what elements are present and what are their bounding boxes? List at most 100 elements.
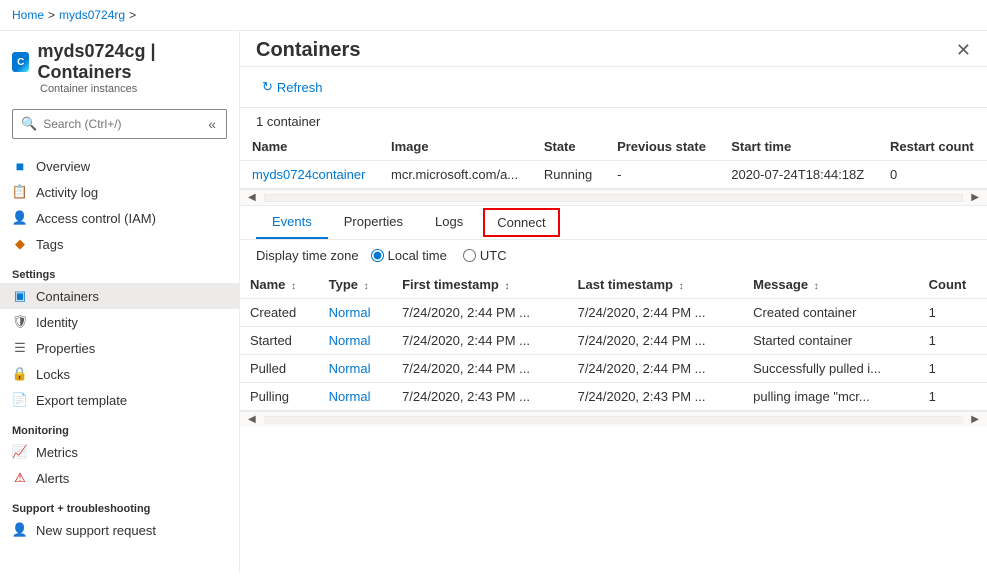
evt-col-first-ts: First timestamp ↕: [392, 271, 568, 299]
table-row: Created Normal 7/24/2020, 2:44 PM ... 7/…: [240, 299, 987, 327]
evt-cell-message: Started container: [743, 327, 919, 355]
local-time-radio[interactable]: Local time: [371, 248, 447, 263]
breadcrumb: Home > myds0724rg >: [0, 0, 987, 31]
evt-cell-last-ts: 7/24/2020, 2:43 PM ...: [568, 383, 744, 411]
evt-cell-name: Created: [240, 299, 319, 327]
tab-logs[interactable]: Logs: [419, 206, 479, 239]
col-start-time: Start time: [719, 133, 878, 161]
overview-icon: ■: [12, 158, 28, 174]
tab-connect[interactable]: Connect: [483, 208, 559, 237]
evt-cell-message: pulling image "mcr...: [743, 383, 919, 411]
sidebar-item-identity[interactable]: 🛡 Identity: [0, 309, 239, 335]
containers-icon: ▣: [12, 288, 28, 304]
col-image: Image: [379, 133, 532, 161]
local-time-label: Local time: [388, 248, 447, 263]
table-row: Pulled Normal 7/24/2020, 2:44 PM ... 7/2…: [240, 355, 987, 383]
breadcrumb-home[interactable]: Home: [12, 8, 44, 22]
activity-log-icon: 📋: [12, 184, 28, 200]
sidebar-subtitle: Container instances: [12, 83, 227, 95]
utc-label: UTC: [480, 248, 507, 263]
sidebar-item-access-control[interactable]: 👤 Access control (IAM): [0, 205, 239, 231]
sidebar-item-overview[interactable]: ■ Overview: [0, 153, 239, 179]
page-title: Containers: [256, 39, 360, 62]
col-name: Name: [240, 133, 379, 161]
cell-image: mcr.microsoft.com/a...: [379, 161, 532, 189]
sidebar-item-tags[interactable]: ◆ Tags: [0, 231, 239, 257]
close-button[interactable]: ✕: [956, 40, 971, 61]
evt-cell-count: 1: [919, 355, 987, 383]
events-table-wrapper: Name ↕ Type ↕ First timestamp ↕ Last tim…: [240, 271, 987, 573]
containers-table: Name Image State Previous state Start ti…: [240, 133, 987, 189]
cell-name: myds0724container: [240, 161, 379, 189]
evt-cell-first-ts: 7/24/2020, 2:44 PM ...: [392, 299, 568, 327]
scroll-right-icon2[interactable]: ▶: [963, 414, 987, 425]
evt-cell-type: Normal: [319, 327, 392, 355]
refresh-button[interactable]: ↻ Refresh: [256, 75, 328, 99]
collapse-button[interactable]: «: [204, 114, 220, 134]
events-horizontal-scrollbar[interactable]: [264, 416, 964, 424]
main-content: Containers ✕ ↻ Refresh 1 container Name …: [240, 31, 987, 573]
evt-cell-type: Normal: [319, 355, 392, 383]
tab-events[interactable]: Events: [256, 206, 328, 239]
sidebar-item-activity-log[interactable]: 📋 Activity log: [0, 179, 239, 205]
containers-table-wrapper: Name Image State Previous state Start ti…: [240, 133, 987, 206]
search-input[interactable]: [43, 117, 198, 131]
sidebar-item-properties[interactable]: ☰ Properties: [0, 335, 239, 361]
metrics-icon: 📈: [12, 444, 28, 460]
support-section-label: Support + troubleshooting: [0, 499, 239, 517]
support-icon: 👤: [12, 522, 28, 538]
sidebar-item-locks[interactable]: 🔒 Locks: [0, 361, 239, 387]
main-header: Containers ✕: [240, 31, 987, 67]
sidebar-title: C myds0724cg | Containers: [12, 41, 227, 83]
evt-cell-name: Pulling: [240, 383, 319, 411]
utc-radio[interactable]: UTC: [463, 248, 507, 263]
container-count: 1 container: [240, 108, 987, 133]
cell-state: Running: [532, 161, 605, 189]
table-row: Pulling Normal 7/24/2020, 2:43 PM ... 7/…: [240, 383, 987, 411]
scroll-right-icon[interactable]: ▶: [963, 192, 987, 203]
sidebar-item-new-support[interactable]: 👤 New support request: [0, 517, 239, 543]
timezone-radio-group: Local time UTC: [371, 248, 507, 263]
utc-input[interactable]: [463, 249, 476, 262]
identity-icon: 🛡: [12, 314, 28, 330]
evt-cell-last-ts: 7/24/2020, 2:44 PM ...: [568, 327, 744, 355]
evt-cell-type: Normal: [319, 299, 392, 327]
alerts-icon: ⚠: [12, 470, 28, 486]
scroll-left-icon[interactable]: ◀: [240, 192, 264, 203]
breadcrumb-resource[interactable]: myds0724rg: [59, 8, 125, 22]
settings-section-label: Settings: [0, 265, 239, 283]
sidebar-item-metrics[interactable]: 📈 Metrics: [0, 439, 239, 465]
evt-cell-first-ts: 7/24/2020, 2:44 PM ...: [392, 355, 568, 383]
evt-col-last-ts: Last timestamp ↕: [568, 271, 744, 299]
refresh-icon: ↻: [262, 79, 273, 95]
table-row: myds0724container mcr.microsoft.com/a...…: [240, 161, 987, 189]
tab-properties[interactable]: Properties: [328, 206, 419, 239]
local-time-input[interactable]: [371, 249, 384, 262]
evt-cell-count: 1: [919, 327, 987, 355]
table-row: Started Normal 7/24/2020, 2:44 PM ... 7/…: [240, 327, 987, 355]
sidebar-item-alerts[interactable]: ⚠ Alerts: [0, 465, 239, 491]
col-previous-state: Previous state: [605, 133, 719, 161]
search-icon: 🔍: [21, 116, 37, 132]
cell-previous-state: -: [605, 161, 719, 189]
horizontal-scrollbar[interactable]: [264, 194, 964, 202]
evt-cell-last-ts: 7/24/2020, 2:44 PM ...: [568, 355, 744, 383]
evt-cell-name: Pulled: [240, 355, 319, 383]
evt-cell-last-ts: 7/24/2020, 2:44 PM ...: [568, 299, 744, 327]
evt-col-message: Message ↕: [743, 271, 919, 299]
tags-icon: ◆: [12, 236, 28, 252]
evt-cell-name: Started: [240, 327, 319, 355]
timezone-label: Display time zone: [256, 248, 359, 263]
cell-start-time: 2020-07-24T18:44:18Z: [719, 161, 878, 189]
toolbar: ↻ Refresh: [240, 67, 987, 108]
evt-cell-count: 1: [919, 383, 987, 411]
evt-cell-message: Created container: [743, 299, 919, 327]
scroll-left-icon2[interactable]: ◀: [240, 414, 264, 425]
cell-restart-count: 0: [878, 161, 987, 189]
sidebar-item-containers[interactable]: ▣ Containers: [0, 283, 239, 309]
col-restart-count: Restart count: [878, 133, 987, 161]
evt-cell-first-ts: 7/24/2020, 2:44 PM ...: [392, 327, 568, 355]
sidebar-item-export-template[interactable]: 📄 Export template: [0, 387, 239, 413]
evt-col-type: Type ↕: [319, 271, 392, 299]
search-box[interactable]: 🔍 «: [12, 109, 227, 139]
